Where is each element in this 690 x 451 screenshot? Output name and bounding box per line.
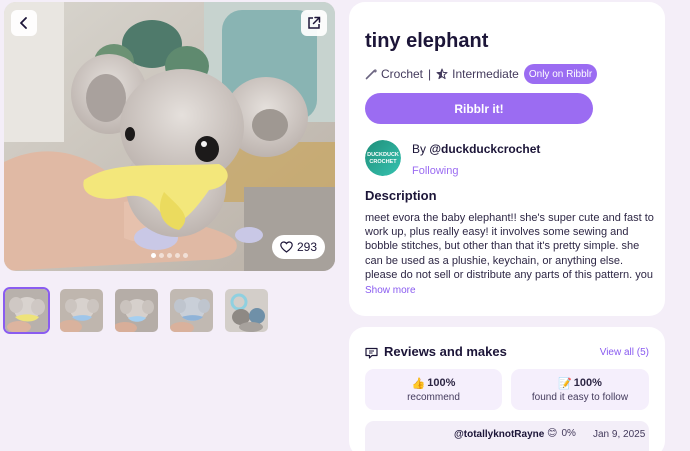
creator-logo: DUCKDUCK CROCHET (365, 140, 401, 176)
crochet-hook-icon (365, 68, 377, 80)
thumbnail[interactable] (223, 287, 270, 334)
slide-dot[interactable] (151, 253, 156, 258)
recommend-value: 100% (427, 377, 456, 389)
view-all-reviews-link[interactable]: View all (5) (600, 347, 649, 358)
like-button[interactable]: 293 (271, 235, 325, 259)
by-label: By (412, 142, 427, 156)
craft-label[interactable]: Crochet (381, 67, 423, 81)
memo-icon: 📝 (558, 377, 572, 390)
thumbnail[interactable] (3, 287, 50, 334)
thumbnail-strip (3, 287, 270, 334)
thumbnail[interactable] (168, 287, 215, 334)
star-skill-icon (436, 68, 448, 80)
thumbnail-image (170, 289, 213, 332)
slide-dot[interactable] (159, 253, 164, 258)
slide-dot[interactable] (175, 253, 180, 258)
thumbnail[interactable] (113, 287, 160, 334)
slide-dot[interactable] (167, 253, 172, 258)
pattern-title: tiny elephant (365, 30, 489, 52)
review-percent: 0% (561, 428, 576, 439)
meta-separator: | (428, 67, 432, 81)
review-score: 😊 0% (547, 428, 576, 439)
pattern-main-photo[interactable]: 293 (4, 2, 335, 271)
reviewer-handle[interactable]: @totallyknotRayne (454, 429, 544, 440)
show-more-link[interactable]: Show more (365, 285, 416, 296)
reviews-heading: Reviews and makes (384, 344, 507, 359)
exclusive-badge: Only on Ribblr (523, 64, 598, 84)
review-item[interactable]: @totallyknotRayne 😊 0% Jan 9, 2025 (365, 421, 649, 451)
back-button[interactable] (11, 10, 37, 36)
slide-dot[interactable] (183, 253, 188, 258)
description-text: meet evora the baby elephant!! she's sup… (365, 212, 654, 281)
easy-to-follow-label: found it easy to follow (531, 391, 629, 403)
description-heading: Description (365, 188, 437, 203)
svg-text:CROCHET: CROCHET (369, 159, 397, 165)
svg-text:DUCKDUCK: DUCKDUCK (367, 152, 399, 158)
recommend-stat: 👍 100% recommend (365, 369, 502, 410)
reviews-bubble-icon (365, 346, 378, 364)
review-date: Jan 9, 2025 (593, 429, 646, 440)
pattern-info-card: tiny elephant Crochet | Intermediate Onl… (349, 2, 665, 316)
elephant-photo (4, 2, 335, 271)
back-arrow-icon (20, 17, 27, 29)
creator-handle[interactable]: @duckduckcrochet (429, 142, 540, 156)
slide-indicator (151, 253, 188, 258)
creator-avatar[interactable]: DUCKDUCK CROCHET (365, 140, 401, 176)
thumbnail-image (115, 289, 158, 332)
skill-level-label: Intermediate (452, 67, 519, 81)
thumbnail-image (5, 289, 48, 332)
recommend-label: recommend (407, 391, 460, 403)
reviews-card: Reviews and makes View all (5) 👍 100% re… (349, 327, 665, 451)
easy-to-follow-stat: 📝 100% found it easy to follow (511, 369, 649, 410)
open-external-button[interactable] (301, 10, 327, 36)
creator-block: DUCKDUCK CROCHET By @duckduckcrochet Fol… (365, 140, 540, 177)
smile-icon: 😊 (547, 428, 558, 439)
like-count: 293 (296, 240, 317, 254)
ribblr-it-button[interactable]: Ribblr it! (365, 93, 593, 124)
easy-to-follow-value: 100% (573, 377, 602, 389)
creator-name[interactable]: By @duckduckcrochet (412, 142, 540, 156)
thumbnail-image (60, 289, 103, 332)
pattern-meta: Crochet | Intermediate Only on Ribblr (365, 64, 598, 84)
thumbnail-image (225, 289, 268, 332)
following-button[interactable]: Following (412, 165, 540, 177)
thumbs-up-icon: 👍 (411, 377, 426, 390)
heart-icon (280, 241, 293, 253)
share-external-icon (308, 16, 321, 29)
thumbnail[interactable] (58, 287, 105, 334)
